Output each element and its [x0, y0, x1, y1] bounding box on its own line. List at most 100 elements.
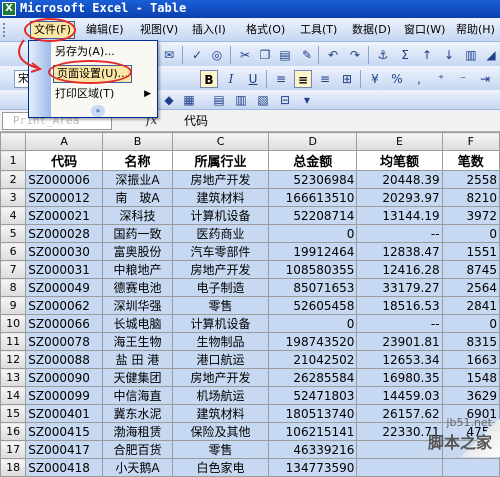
redo-icon[interactable]: ↷: [346, 46, 364, 64]
column-header[interactable]: A: [25, 132, 103, 151]
sort-descending-icon[interactable]: ↓: [440, 46, 458, 64]
cell[interactable]: 中信海直: [102, 386, 173, 405]
formula-input[interactable]: 代码: [184, 112, 208, 130]
cell[interactable]: 富奥股份: [102, 242, 173, 261]
cell[interactable]: 2841: [441, 296, 500, 315]
cell[interactable]: SZ000088: [25, 350, 103, 369]
row-number[interactable]: 15: [0, 404, 27, 423]
cell[interactable]: 渤海租赁: [102, 422, 173, 441]
cell[interactable]: 港口航运: [171, 350, 270, 369]
cell[interactable]: 12838.47: [356, 242, 443, 261]
cell[interactable]: SZ000028: [25, 224, 103, 243]
cell[interactable]: 3972: [441, 206, 500, 225]
cell[interactable]: 18516.53: [356, 296, 443, 315]
menu-edit[interactable]: 编辑(E): [86, 21, 124, 39]
column-header[interactable]: D: [268, 132, 358, 151]
cell[interactable]: 2558: [441, 170, 500, 189]
cell[interactable]: SZ000078: [25, 332, 103, 351]
cell[interactable]: 20293.97: [356, 188, 443, 207]
excel-app-icon[interactable]: X: [2, 2, 16, 16]
table-icon[interactable]: ▦: [180, 91, 198, 109]
cell[interactable]: 笔数: [441, 150, 500, 171]
cell[interactable]: --: [356, 314, 443, 333]
row-number[interactable]: 9: [0, 296, 27, 315]
cell[interactable]: 52605458: [268, 296, 358, 315]
cell[interactable]: 计算机设备: [171, 314, 270, 333]
cell[interactable]: 盐 田 港: [102, 350, 173, 369]
cell[interactable]: 12653.34: [356, 350, 443, 369]
cell[interactable]: 19912464: [268, 242, 358, 261]
cell[interactable]: 零售: [171, 296, 270, 315]
cell[interactable]: 180513740: [268, 404, 358, 423]
cell[interactable]: 国药一致: [102, 224, 173, 243]
cell[interactable]: 机场航运: [171, 386, 270, 405]
insert-rows-icon[interactable]: ▤: [210, 91, 228, 109]
row-number[interactable]: 3: [0, 188, 27, 207]
column-header[interactable]: F: [441, 132, 500, 151]
cell[interactable]: 房地产开发: [171, 260, 270, 279]
cell[interactable]: SZ000066: [25, 314, 103, 333]
format-painter-icon[interactable]: ✎: [298, 46, 316, 64]
cell[interactable]: 46339216: [268, 440, 358, 459]
cell[interactable]: 1551: [441, 242, 500, 261]
cell[interactable]: 8210: [441, 188, 500, 207]
select-all-corner[interactable]: [0, 132, 27, 151]
cell[interactable]: 均笔额: [356, 150, 443, 171]
cell[interactable]: 8745: [441, 260, 500, 279]
cell[interactable]: 名称: [102, 150, 173, 171]
cell[interactable]: SZ000099: [25, 386, 103, 405]
row-number[interactable]: 12: [0, 350, 27, 369]
cell[interactable]: 134773590: [268, 458, 358, 477]
column-header[interactable]: E: [356, 132, 443, 151]
cell[interactable]: 108580355: [268, 260, 358, 279]
toolbar-options-icon[interactable]: ▾: [298, 91, 316, 109]
menu-tools[interactable]: 工具(T): [300, 21, 337, 39]
cell[interactable]: SZ000021: [25, 206, 103, 225]
cell[interactable]: 天健集团: [102, 368, 173, 387]
row-number[interactable]: 4: [0, 206, 27, 225]
toolbar-grip-icon[interactable]: [3, 23, 7, 37]
cell[interactable]: 12416.28: [356, 260, 443, 279]
cell[interactable]: 冀东水泥: [102, 404, 173, 423]
indent-icon[interactable]: ⇥: [476, 70, 494, 88]
cell[interactable]: 房地产开发: [171, 368, 270, 387]
column-header[interactable]: C: [171, 132, 270, 151]
cell[interactable]: 33179.27: [356, 278, 443, 297]
cell[interactable]: 1663: [441, 350, 500, 369]
menu-data[interactable]: 数据(D): [352, 21, 391, 39]
cell[interactable]: 13144.19: [356, 206, 443, 225]
menu-format[interactable]: 格式(O): [246, 21, 285, 39]
undo-icon[interactable]: ↶: [324, 46, 342, 64]
row-number[interactable]: 5: [0, 224, 27, 243]
cell[interactable]: SZ000090: [25, 368, 103, 387]
cell[interactable]: 0: [268, 314, 358, 333]
cell[interactable]: SZ000049: [25, 278, 103, 297]
cell[interactable]: SZ000418: [25, 458, 103, 477]
cell[interactable]: 3629: [441, 386, 500, 405]
underline-button[interactable]: U: [244, 70, 262, 88]
cell[interactable]: 166613510: [268, 188, 358, 207]
cell[interactable]: 26285584: [268, 368, 358, 387]
row-number[interactable]: 6: [0, 242, 27, 261]
cell[interactable]: 德赛电池: [102, 278, 173, 297]
cell[interactable]: 海王生物: [102, 332, 173, 351]
cell[interactable]: 汽车零部件: [171, 242, 270, 261]
row-number[interactable]: 2: [0, 170, 27, 189]
percent-button[interactable]: %: [388, 70, 406, 88]
sort-ascending-icon[interactable]: ↑: [418, 46, 436, 64]
row-number[interactable]: 10: [0, 314, 27, 333]
cell[interactable]: --: [356, 224, 443, 243]
column-header[interactable]: B: [102, 132, 173, 151]
cell[interactable]: SZ000012: [25, 188, 103, 207]
italic-button[interactable]: I: [222, 70, 240, 88]
cell[interactable]: 建筑材料: [171, 404, 270, 423]
autosum-icon[interactable]: Σ: [396, 46, 414, 64]
cell[interactable]: 198743520: [268, 332, 358, 351]
cell[interactable]: 深振业A: [102, 170, 173, 189]
menu-view[interactable]: 视图(V): [140, 21, 178, 39]
cell[interactable]: SZ000062: [25, 296, 103, 315]
cell[interactable]: 计算机设备: [171, 206, 270, 225]
menu-window[interactable]: 窗口(W): [404, 21, 445, 39]
row-number[interactable]: 16: [0, 422, 27, 441]
merge-center-icon[interactable]: ⊞: [338, 70, 356, 88]
